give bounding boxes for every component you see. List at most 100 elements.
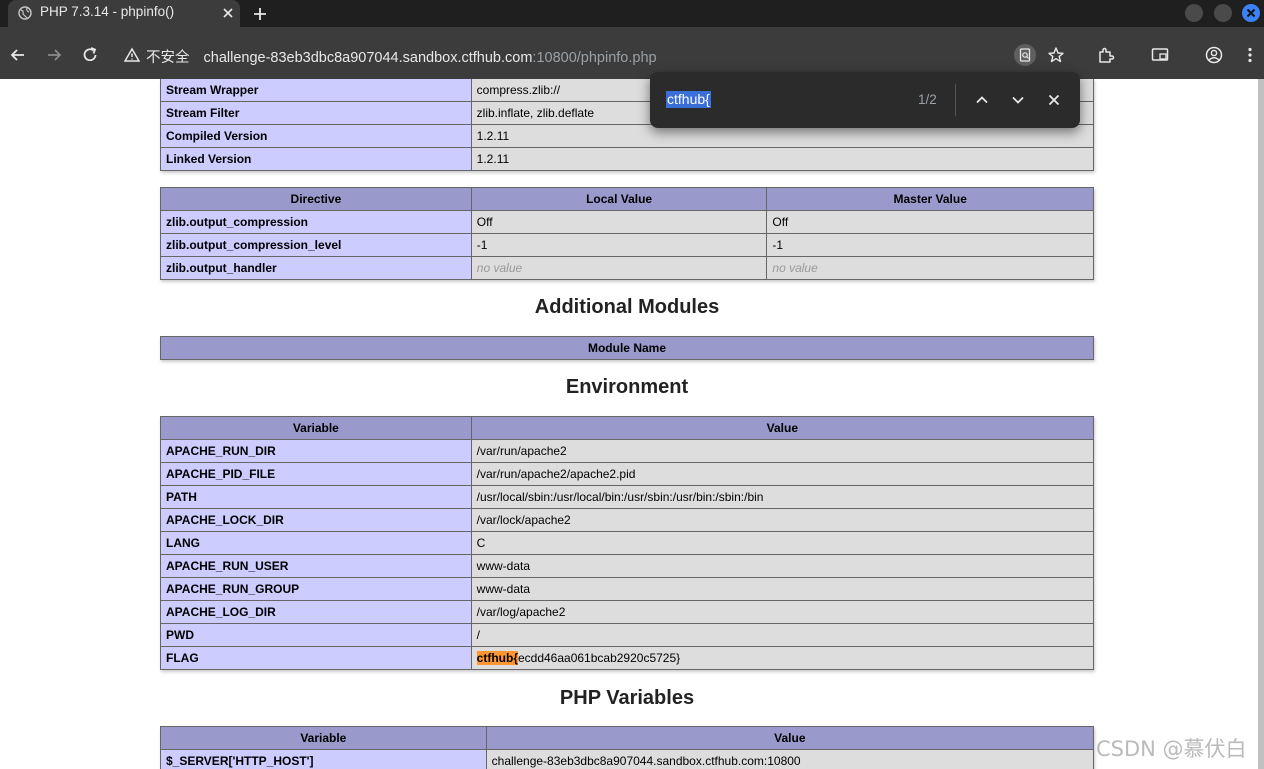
close-icon[interactable]	[1044, 90, 1064, 110]
table-value: /var/log/apache2	[470, 600, 1095, 624]
table-key: APACHE_RUN_USER	[160, 554, 472, 578]
table-key: Compiled Version	[160, 124, 472, 148]
close-icon	[1246, 8, 1256, 18]
browser-tab[interactable]: PHP 7.3.14 - phpinfo()	[8, 0, 240, 27]
table-key: APACHE_RUN_GROUP	[160, 577, 472, 601]
tab-strip: PHP 7.3.14 - phpinfo()	[0, 0, 1264, 27]
table-key: APACHE_LOCK_DIR	[160, 508, 472, 532]
flag-value: ctfhub{ecdd46aa061bcab2920c5725}	[470, 646, 1095, 670]
insecure-label: 不安全	[146, 50, 190, 66]
table-key: zlib.output_compression	[160, 210, 472, 234]
table-value: /var/lock/apache2	[470, 508, 1095, 532]
table-key: $_SERVER['HTTP_HOST']	[160, 749, 487, 769]
globe-icon	[18, 6, 32, 20]
column-header: Directive	[160, 187, 472, 211]
close-window-button[interactable]	[1242, 4, 1260, 22]
table-key: LANG	[160, 531, 472, 555]
table-key: zlib.output_handler	[160, 256, 472, 280]
table-row: zlib.output_compression_level -1 -1	[160, 233, 1094, 257]
column-header: Value	[485, 726, 1095, 750]
table-key: Stream Wrapper	[160, 79, 472, 102]
table-value: no value	[766, 256, 1094, 280]
table-value: /usr/local/sbin:/usr/local/bin:/usr/sbin…	[470, 485, 1095, 509]
table-row: APACHE_RUN_DIR /var/run/apache2	[160, 439, 1095, 463]
table-value: -1	[766, 233, 1094, 257]
find-match-count: 1/2	[918, 92, 937, 107]
menu-icon[interactable]	[1240, 45, 1260, 65]
page-scrollbar[interactable]	[1258, 79, 1264, 769]
address-bar[interactable]: 不安全 challenge-83eb3dbc8a907044.sandbox.ct…	[146, 46, 657, 67]
table-key: APACHE_RUN_DIR	[160, 439, 472, 463]
find-bar: ctfhub{ 1/2	[650, 72, 1080, 128]
column-header: Local Value	[470, 187, 768, 211]
table-row: zlib.output_handler no value no value	[160, 256, 1094, 280]
table-header-row: Variable Value	[160, 416, 1095, 440]
table-row: APACHE_RUN_USER www-data	[160, 554, 1095, 578]
table-row: zlib.output_compression Off Off	[160, 210, 1094, 234]
table-header-row: Directive Local Value Master Value	[160, 187, 1094, 211]
environment-table: Variable Value APACHE_RUN_DIR /var/run/a…	[160, 416, 1095, 670]
table-value: /	[470, 623, 1095, 647]
php-variables-table: Variable Value $_SERVER['HTTP_HOST'] cha…	[160, 726, 1095, 769]
warning-icon[interactable]	[124, 47, 140, 63]
section-title: Additional Modules	[534, 296, 720, 318]
flag-row: FLAG ctfhub{ecdd46aa061bcab2920c5725}	[160, 646, 1095, 670]
column-header: Variable	[160, 416, 472, 440]
table-key: Linked Version	[160, 147, 472, 171]
column-header: Module Name	[160, 336, 1094, 360]
chevron-down-icon[interactable]	[1008, 90, 1028, 110]
forward-icon[interactable]	[44, 45, 64, 65]
section-title: Environment	[565, 376, 689, 398]
table-value: Off	[470, 210, 768, 234]
table-key: zlib.output_compression_level	[160, 233, 472, 257]
find-divider	[955, 84, 956, 116]
column-header: Value	[470, 416, 1095, 440]
flag-key: FLAG	[160, 646, 472, 670]
table-row: $_SERVER['HTTP_HOST'] challenge-83eb3dbc…	[160, 749, 1095, 769]
star-icon[interactable]	[1046, 45, 1066, 65]
table-value: www-data	[470, 554, 1095, 578]
table-row: PWD /	[160, 623, 1095, 647]
close-icon[interactable]	[220, 5, 236, 21]
page-content: Stream Wrapper compress.zlib:// Stream F…	[0, 79, 1258, 769]
table-row: APACHE_LOG_DIR /var/log/apache2	[160, 600, 1095, 624]
table-row: Linked Version 1.2.11	[160, 147, 1095, 171]
table-row: PATH /usr/local/sbin:/usr/local/bin:/usr…	[160, 485, 1095, 509]
profile-icon[interactable]	[1204, 45, 1224, 65]
table-key: Stream Filter	[160, 101, 472, 125]
section-title: PHP Variables	[559, 687, 695, 709]
scrollbar-thumb[interactable]	[1258, 79, 1264, 769]
watermark: CSDN @慕伏白	[1096, 737, 1247, 761]
table-value: no value	[470, 256, 768, 280]
back-icon[interactable]	[8, 45, 28, 65]
table-value: www-data	[470, 577, 1095, 601]
zlib-directives-table: Directive Local Value Master Value zlib.…	[160, 187, 1094, 280]
column-header: Variable	[160, 726, 487, 750]
flag-value-rest: ecdd46aa061bcab2920c5725}	[517, 651, 681, 665]
minimize-button[interactable]	[1185, 4, 1203, 22]
table-header-row: Module Name	[160, 336, 1094, 360]
table-value: C	[470, 531, 1095, 555]
find-match-highlight: ctfhub{	[476, 651, 518, 665]
table-row: APACHE_RUN_GROUP www-data	[160, 577, 1095, 601]
url-host: challenge-83eb3dbc8a907044.sandbox.ctfhu…	[203, 50, 533, 66]
reload-icon[interactable]	[80, 45, 100, 65]
toolbar: 不安全 challenge-83eb3dbc8a907044.sandbox.ct…	[0, 27, 1264, 79]
table-value: 1.2.11	[470, 147, 1095, 171]
column-header: Master Value	[766, 187, 1094, 211]
table-value: /var/run/apache2	[470, 439, 1095, 463]
url-path: :10800/phpinfo.php	[532, 50, 657, 66]
table-key: APACHE_LOG_DIR	[160, 600, 472, 624]
additional-modules-table: Module Name	[160, 336, 1094, 360]
table-key: APACHE_PID_FILE	[160, 462, 472, 486]
find-input[interactable]: ctfhub{	[666, 91, 711, 108]
table-row: APACHE_LOCK_DIR /var/lock/apache2	[160, 508, 1095, 532]
maximize-button[interactable]	[1214, 4, 1232, 22]
table-value: -1	[470, 233, 768, 257]
plus-icon[interactable]	[250, 4, 270, 24]
chevron-up-icon[interactable]	[972, 90, 992, 110]
extensions-icon[interactable]	[1096, 45, 1116, 65]
lens-icon[interactable]	[1014, 44, 1036, 66]
table-row: LANG C	[160, 531, 1095, 555]
cast-icon[interactable]	[1150, 45, 1170, 65]
